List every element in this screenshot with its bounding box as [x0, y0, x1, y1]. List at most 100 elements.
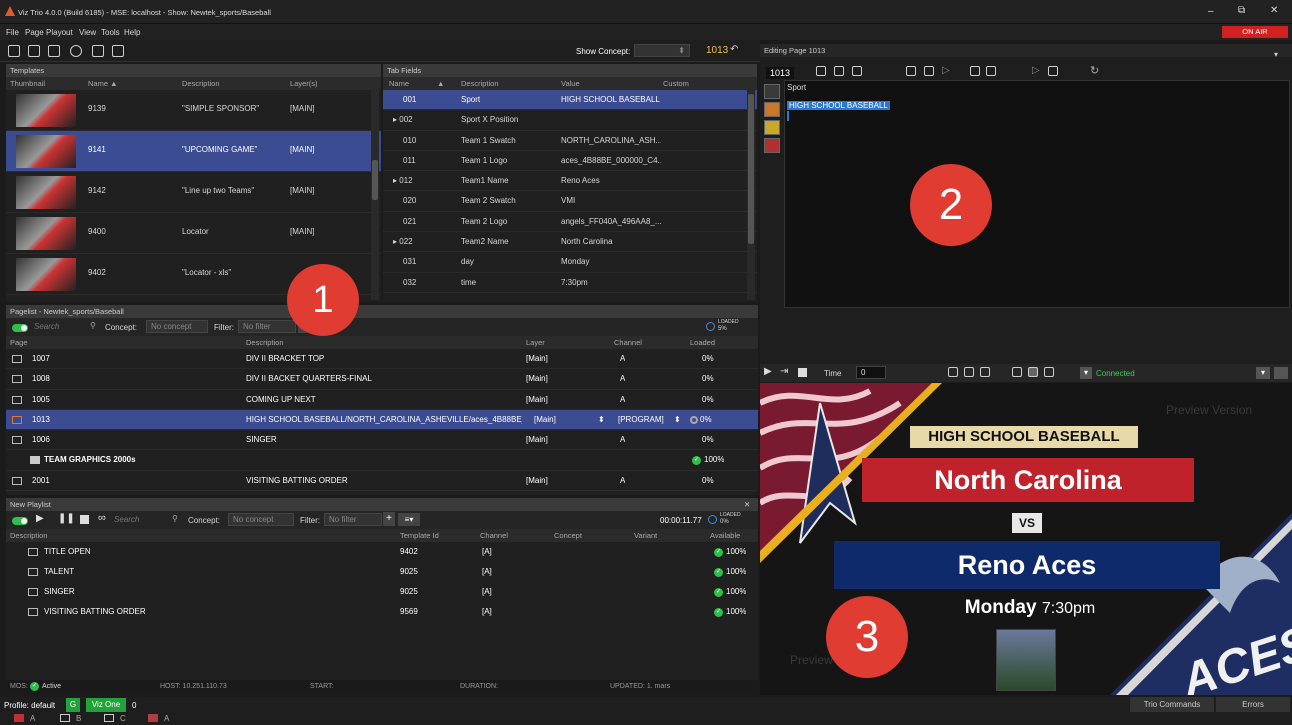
new-page-icon[interactable]	[28, 45, 40, 57]
page-channel[interactable]: [PROGRAM]	[618, 410, 664, 430]
refresh-icon[interactable]: ↻	[1090, 64, 1099, 77]
play-outline-icon[interactable]: ▷	[942, 65, 950, 76]
pagelist-toggle[interactable]	[12, 323, 28, 332]
pagelist-row[interactable]: 1008 DIV II BACKET QUARTERS-FINAL [Main] A 0…	[6, 369, 758, 390]
menu-help[interactable]: Help	[124, 28, 140, 37]
menu-playout[interactable]: Playout	[46, 28, 73, 37]
save-icon[interactable]	[816, 66, 826, 76]
menu-view[interactable]: View	[79, 28, 96, 37]
restore-button[interactable]: ⧉	[1238, 5, 1245, 16]
export-icon[interactable]	[92, 45, 104, 57]
col-layers[interactable]: Layer(s)	[290, 77, 318, 90]
show-concept-select[interactable]: ⬍	[634, 44, 690, 57]
preview-menu-icon[interactable]: ▾	[1256, 367, 1270, 379]
connection-dropdown[interactable]: ▾	[1080, 367, 1092, 379]
color-tool-icon[interactable]	[764, 138, 780, 153]
channel-dropdown-icon[interactable]: ⬍	[674, 410, 681, 430]
col-name[interactable]: Name ▲	[88, 77, 118, 90]
list-sort-icon[interactable]	[48, 45, 60, 57]
save-as-icon[interactable]	[970, 66, 980, 76]
preview-stop-button[interactable]	[798, 368, 807, 377]
template-row[interactable]: 9141 "UPCOMING GAME" [MAIN]	[6, 131, 381, 172]
pagelist-concept-select[interactable]: No concept	[146, 320, 208, 333]
undo-arrow-icon[interactable]: ↶	[730, 44, 738, 55]
import-icon[interactable]	[112, 45, 124, 57]
col-loaded[interactable]: Loaded	[690, 336, 715, 349]
checker-icon[interactable]	[1044, 367, 1054, 377]
col-template-id[interactable]: Template Id	[400, 529, 439, 542]
layer-dropdown-icon[interactable]: ⬍	[598, 410, 605, 430]
playlist-row[interactable]: TITLE OPEN 9402 [A] ✓ 100%	[6, 542, 758, 562]
tab-field-row[interactable]: 021 Team 2 Logo angels_FF040A_496AA8_...	[383, 212, 757, 233]
tab-field-row[interactable]: ▸ 002 Sport X Position	[383, 110, 757, 131]
playlist-search-icon[interactable]: ⚲	[172, 514, 178, 523]
field-input-sport[interactable]: HIGH SCHOOL BASEBALL	[787, 101, 890, 110]
templates-scrollbar[interactable]	[371, 90, 379, 300]
open-folder-icon[interactable]	[8, 45, 20, 57]
person-box-icon[interactable]	[1028, 367, 1038, 377]
col-field-custom[interactable]: Custom	[663, 77, 689, 90]
col-pl-description[interactable]: Description	[246, 336, 284, 349]
pause-icon[interactable]: ❚❚	[58, 513, 75, 524]
template-row[interactable]: 9400 Locator [MAIN]	[6, 213, 381, 254]
grid-overlay-icon[interactable]	[980, 367, 990, 377]
preview-play-icon[interactable]: ▷	[1032, 65, 1040, 76]
col-available[interactable]: Available	[710, 529, 740, 542]
col-channel[interactable]: Channel	[614, 336, 642, 349]
tab-field-row[interactable]: ▸ 012 Team1 Name Reno Aces	[383, 171, 757, 192]
tab-field-row[interactable]: 031 day Monday	[383, 252, 757, 273]
playlist-concept-select[interactable]: No concept	[228, 513, 294, 526]
title-area-icon[interactable]	[964, 367, 974, 377]
save-all-icon[interactable]	[986, 66, 996, 76]
tab-field-row[interactable]: 001 Sport HIGH SCHOOL BASEBALL	[383, 90, 757, 111]
pagelist-folder-row[interactable]: TEAM GRAPHICS 2000s ✓ 100%	[6, 450, 758, 471]
pagelist-filter-select[interactable]: No filter	[238, 320, 296, 333]
panel-menu-chevron-icon[interactable]: ▾	[1274, 50, 1278, 59]
pagelist-search-input[interactable]: Search	[34, 321, 98, 333]
gear-icon[interactable]	[70, 45, 82, 57]
detach-icon[interactable]	[1274, 367, 1288, 379]
minimize-button[interactable]: –	[1208, 6, 1214, 17]
sort-asc-icon[interactable]: ▲	[437, 77, 444, 90]
stop-icon[interactable]	[80, 515, 89, 524]
pagelist-row[interactable]: 1013 HIGH SCHOOL BASEBALL/NORTH_CAROLINA_…	[6, 409, 758, 431]
text-tool-icon[interactable]	[764, 84, 780, 99]
loop-icon[interactable]: ∞	[98, 512, 106, 524]
search-icon[interactable]: ⚲	[90, 321, 96, 330]
page-number-display[interactable]: 1013	[706, 45, 728, 56]
play-icon[interactable]: ▶	[36, 513, 44, 524]
tab-fields-scrollbar[interactable]	[747, 90, 755, 300]
tab-field-row[interactable]: 032 time 7:30pm	[383, 273, 757, 293]
playlist-add-button[interactable]: +	[383, 512, 395, 526]
font-tool-icon[interactable]	[764, 102, 780, 117]
copy-icon[interactable]	[834, 66, 844, 76]
menu-tools[interactable]: Tools	[101, 28, 120, 37]
col-field-name[interactable]: Name	[389, 77, 409, 90]
close-button[interactable]: ✕	[1270, 5, 1278, 16]
pagelist-row[interactable]: 1006 SINGER [Main] A 0%	[6, 430, 758, 451]
tab-field-row[interactable]: ▸ 022 Team2 Name North Carolina	[383, 232, 757, 253]
col-field-description[interactable]: Description	[461, 77, 499, 90]
col-thumbnail[interactable]: Thumbnail	[10, 77, 45, 90]
channel-b-icon[interactable]	[60, 714, 70, 722]
time-input[interactable]: 0	[856, 366, 886, 379]
col-pll-channel[interactable]: Channel	[480, 529, 508, 542]
col-description[interactable]: Description	[182, 77, 220, 90]
safe-area-icon[interactable]	[948, 367, 958, 377]
template-row[interactable]: 9142 "Line up two Teams" [MAIN]	[6, 172, 381, 213]
channel-a2-icon[interactable]	[148, 714, 158, 722]
pagelist-row[interactable]: 1007 DIV II BRACKET TOP [Main] A 0%	[6, 349, 758, 370]
layers-icon[interactable]	[924, 66, 934, 76]
channel-a-icon[interactable]	[14, 714, 24, 722]
grid-icon[interactable]	[906, 66, 916, 76]
playlist-menu-icon[interactable]: ≡▾	[398, 513, 420, 526]
playlist-row[interactable]: VISITING BATTING ORDER 9569 [A] ✓ 100%	[6, 602, 758, 622]
pagelist-row[interactable]: 2001 VISITING BATTING ORDER [Main] A 0%	[6, 471, 758, 492]
person-icon[interactable]	[1012, 367, 1022, 377]
preview-check-icon[interactable]	[1048, 66, 1058, 76]
preview-play-button[interactable]: ▶	[764, 366, 772, 377]
image-search-icon[interactable]	[764, 120, 780, 135]
tab-field-row[interactable]: 010 Team 1 Swatch NORTH_CAROLINA_ASH...	[383, 131, 757, 151]
tab-field-row[interactable]: 020 Team 2 Swatch VMI	[383, 191, 757, 212]
col-page[interactable]: Page	[10, 336, 28, 349]
